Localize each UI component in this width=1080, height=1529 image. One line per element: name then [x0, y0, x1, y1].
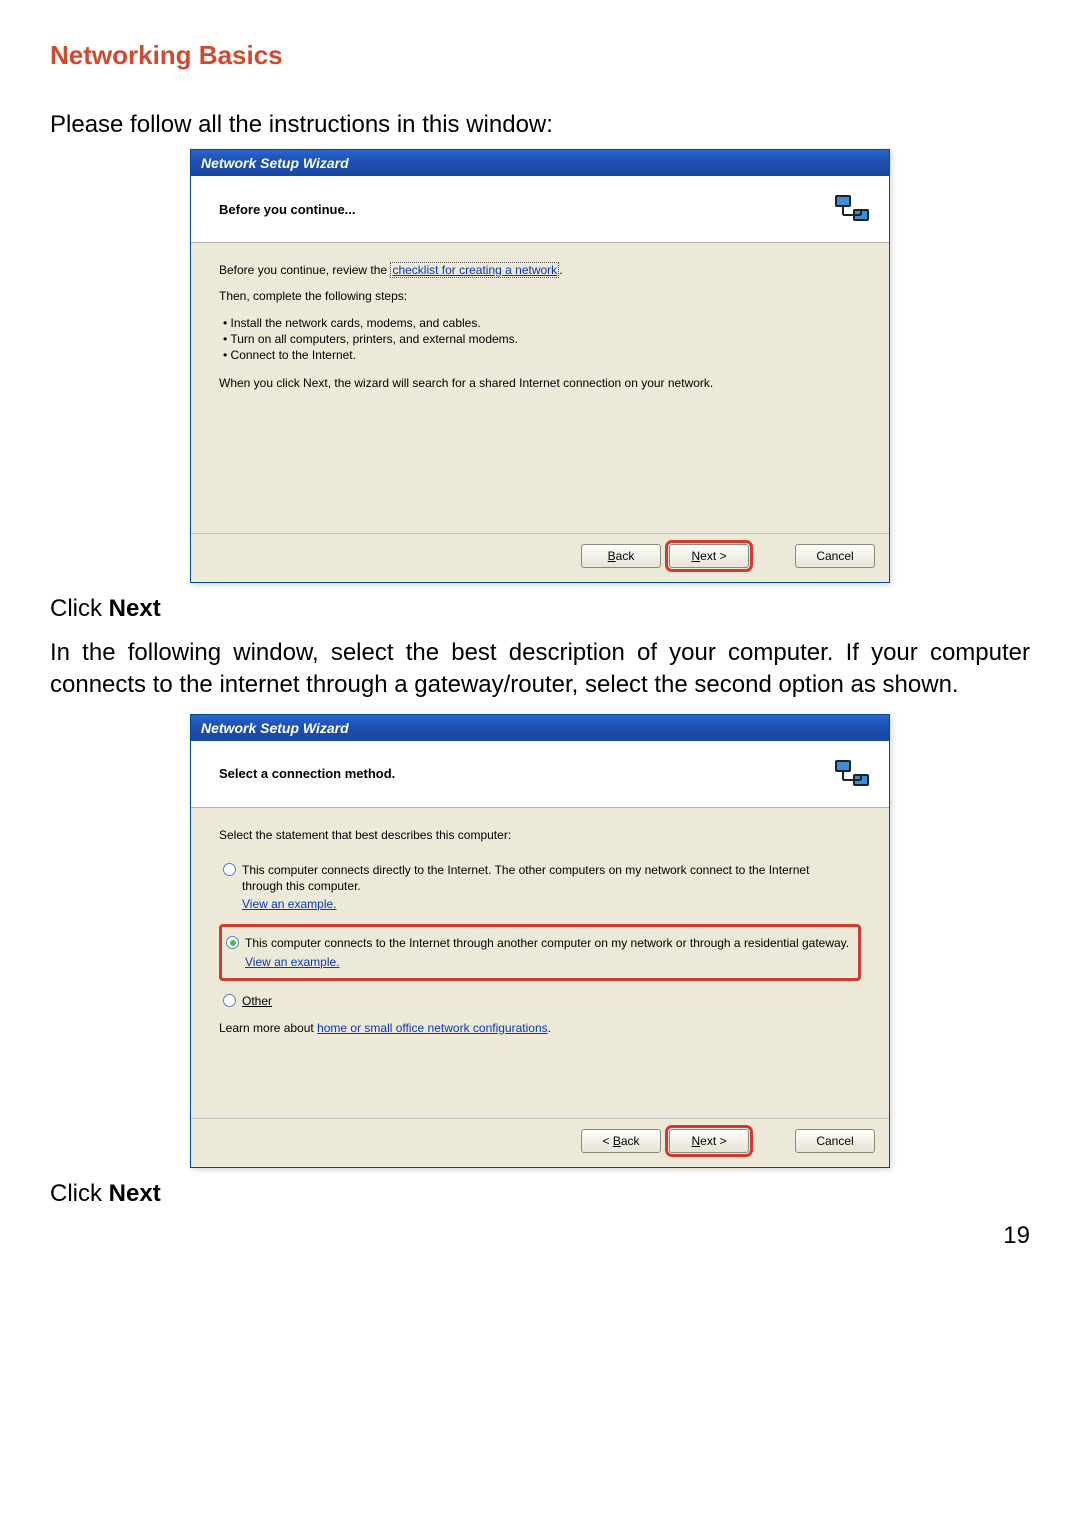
- click-next-caption: Click Next: [50, 595, 1030, 623]
- page-title: Networking Basics: [50, 40, 1030, 71]
- learn-more-trail: .: [548, 1021, 551, 1035]
- radio-icon: [226, 936, 239, 949]
- radio-option-gateway[interactable]: This computer connects to the Internet t…: [219, 924, 861, 980]
- radio-option-direct[interactable]: This computer connects directly to the I…: [219, 854, 861, 921]
- wizard-header-text: Select a connection method.: [219, 766, 395, 781]
- learn-more-lead: Learn more about: [219, 1021, 317, 1035]
- next-button[interactable]: Next >: [669, 1129, 749, 1153]
- intro-line: Before you continue, review the checklis…: [219, 263, 861, 277]
- intro-line-trail: .: [559, 263, 562, 277]
- radio-icon: [223, 994, 236, 1007]
- window-titlebar: Network Setup Wizard: [191, 150, 889, 176]
- window-titlebar: Network Setup Wizard: [191, 715, 889, 741]
- back-button[interactable]: < Back: [581, 1129, 661, 1153]
- radio-icon: [223, 863, 236, 876]
- click-prefix: Click: [50, 1180, 109, 1207]
- cancel-button[interactable]: Cancel: [795, 1129, 875, 1153]
- step-item: Turn on all computers, printers, and ext…: [223, 331, 861, 347]
- view-example-link[interactable]: View an example.: [242, 896, 853, 912]
- then-line: Then, complete the following steps:: [219, 289, 861, 303]
- back-button[interactable]: Back: [581, 544, 661, 568]
- next-button[interactable]: Next >: [669, 544, 749, 568]
- radio-option-other[interactable]: Other: [219, 985, 861, 1017]
- step-item: Connect to the Internet.: [223, 347, 861, 363]
- learn-more-link[interactable]: home or small office network configurati…: [317, 1021, 548, 1035]
- steps-list: Install the network cards, modems, and c…: [223, 315, 861, 364]
- view-example-link[interactable]: View an example.: [245, 954, 850, 970]
- radio-label-text: This computer connects to the Internet t…: [245, 936, 849, 950]
- learn-more-line: Learn more about home or small office ne…: [219, 1021, 861, 1035]
- final-line: When you click Next, the wizard will sea…: [219, 376, 861, 390]
- paragraph-description: In the following window, select the best…: [50, 637, 1030, 702]
- click-next-word: Next: [109, 1180, 161, 1207]
- cancel-button[interactable]: Cancel: [795, 544, 875, 568]
- prompt-text: Select the statement that best describes…: [219, 828, 861, 842]
- step-item: Install the network cards, modems, and c…: [223, 315, 861, 331]
- click-next-word: Next: [109, 595, 161, 622]
- checklist-link[interactable]: checklist for creating a network: [390, 262, 559, 278]
- wizard-header-text: Before you continue...: [219, 202, 356, 217]
- network-icon: [831, 188, 873, 230]
- wizard-window-before-continue: Network Setup Wizard Before you continue…: [190, 149, 890, 583]
- radio-label-text: Other: [242, 994, 272, 1008]
- wizard-window-connection-method: Network Setup Wizard Select a connection…: [190, 714, 890, 1168]
- intro-line-lead: Before you continue, review the: [219, 263, 390, 277]
- click-next-caption: Click Next: [50, 1180, 1030, 1208]
- click-prefix: Click: [50, 595, 109, 622]
- radio-label-text: This computer connects directly to the I…: [242, 863, 809, 893]
- page-number: 19: [50, 1222, 1030, 1250]
- instruction-text: Please follow all the instructions in th…: [50, 111, 1030, 139]
- network-icon: [831, 753, 873, 795]
